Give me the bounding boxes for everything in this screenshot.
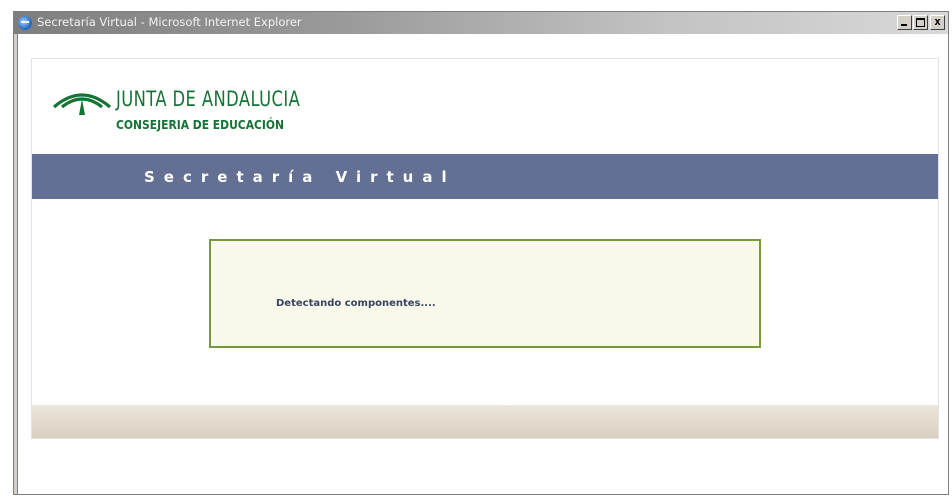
close-button[interactable]: x: [930, 15, 945, 30]
window-title: Secretaría Virtual - Microsoft Internet …: [37, 15, 302, 29]
maximize-button[interactable]: [913, 15, 928, 30]
title-bar[interactable]: Secretaría Virtual - Microsoft Internet …: [14, 12, 948, 34]
page-content: JUNTA DE ANDALUCIA CONSEJERIA DE EDUCACI…: [31, 58, 939, 439]
status-message: Detectando componentes....: [276, 298, 436, 309]
window-controls: x: [896, 15, 945, 30]
junta-logo[interactable]: JUNTA DE ANDALUCIA CONSEJERIA DE EDUCACI…: [52, 83, 352, 143]
status-box: Detectando componentes....: [209, 239, 761, 348]
window-left-frame: [14, 34, 18, 494]
internet-explorer-icon: [18, 16, 32, 30]
logo-title: JUNTA DE ANDALUCIA: [116, 87, 301, 111]
content-top-area: [18, 34, 948, 56]
minimize-button[interactable]: [897, 15, 912, 30]
junta-andalucia-arch-icon: [52, 93, 112, 115]
browser-window: Secretaría Virtual - Microsoft Internet …: [13, 11, 949, 495]
logo-subtitle: CONSEJERIA DE EDUCACIÓN: [116, 117, 285, 132]
banner-title: Secretaría Virtual: [144, 168, 456, 186]
footer-band: [32, 405, 938, 438]
section-banner: Secretaría Virtual: [32, 154, 938, 199]
